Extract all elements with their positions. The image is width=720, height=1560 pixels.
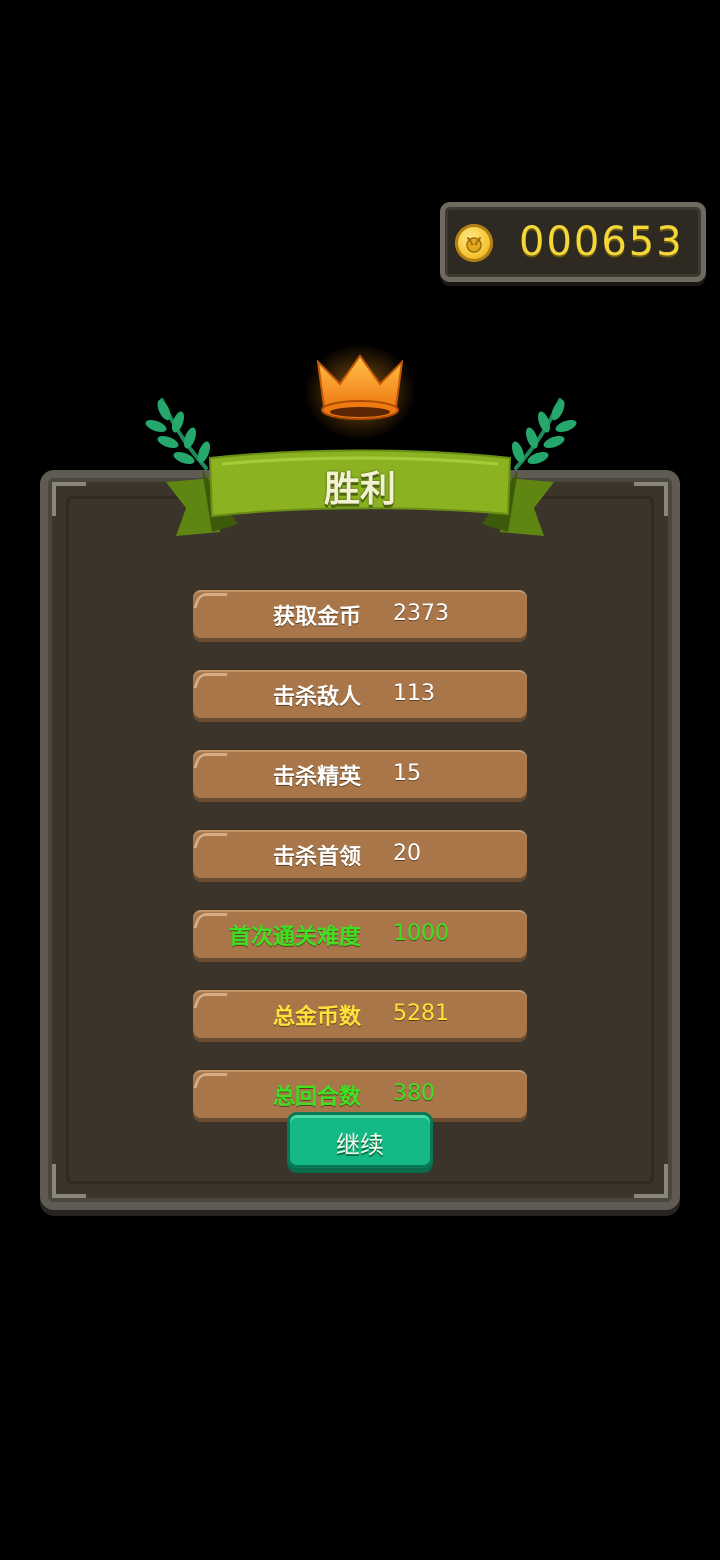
stat-label: 总金币数 bbox=[272, 1005, 361, 1030]
crown-icon bbox=[304, 344, 416, 440]
stat-row-gold-earned: 获取金币 2373 bbox=[193, 590, 527, 638]
continue-button[interactable]: 继续 bbox=[287, 1112, 433, 1168]
stat-value: 2373 bbox=[393, 601, 449, 626]
stat-value: 113 bbox=[393, 681, 435, 706]
coin-counter: 000653 bbox=[440, 202, 706, 282]
panel-corner bbox=[52, 1164, 86, 1198]
stat-row-total-rounds: 总回合数 380 bbox=[193, 1070, 527, 1118]
stat-value: 15 bbox=[393, 761, 421, 786]
stat-row-total-gold: 总金币数 5281 bbox=[193, 990, 527, 1038]
stat-value: 5281 bbox=[393, 1001, 449, 1026]
stat-row-bosses-killed: 击杀首领 20 bbox=[193, 830, 527, 878]
stat-value: 1000 bbox=[393, 921, 449, 946]
stat-label: 总回合数 bbox=[272, 1085, 361, 1110]
stat-label: 击杀精英 bbox=[272, 765, 361, 790]
victory-title: 胜利 bbox=[323, 469, 396, 510]
stat-label: 击杀首领 bbox=[272, 845, 361, 870]
panel-corner bbox=[634, 1164, 668, 1198]
stat-label: 获取金币 bbox=[272, 605, 361, 630]
stat-label: 首次通关难度 bbox=[228, 925, 361, 950]
stat-label: 击杀敌人 bbox=[272, 685, 361, 710]
victory-screen: 000653 胜利 获取金币 2373 击杀敌人 113 击杀精英 15 击杀首… bbox=[0, 0, 720, 1560]
stat-value: 20 bbox=[393, 841, 421, 866]
stat-row-first-clear-difficulty: 首次通关难度 1000 bbox=[193, 910, 527, 958]
coin-count: 000653 bbox=[519, 219, 684, 265]
coin-icon bbox=[455, 224, 493, 262]
continue-button-label: 继续 bbox=[336, 1131, 384, 1159]
stat-row-elites-killed: 击杀精英 15 bbox=[193, 750, 527, 798]
stat-value: 380 bbox=[393, 1081, 435, 1106]
stat-row-enemies-killed: 击杀敌人 113 bbox=[193, 670, 527, 718]
